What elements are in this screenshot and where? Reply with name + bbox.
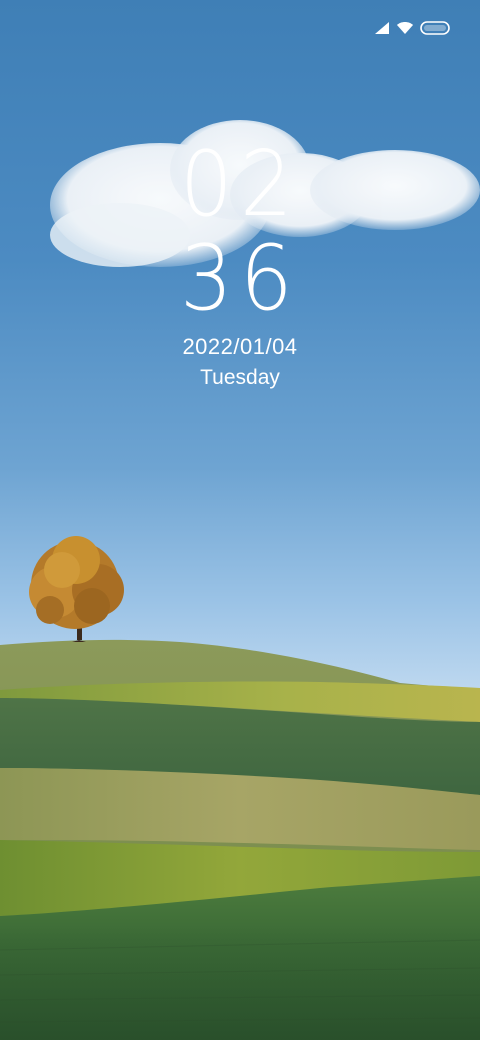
- wifi-icon: [396, 21, 414, 35]
- status-bar: [374, 14, 450, 42]
- date-text: 2022/01/04: [182, 334, 298, 359]
- clock-minutes: 36: [179, 226, 301, 331]
- signal-icon: [374, 21, 390, 35]
- tree: [29, 536, 124, 642]
- clock-hours: 02: [179, 132, 301, 237]
- weekday-text: Tuesday: [200, 366, 280, 389]
- lock-screen[interactable]: 02 36 2022/01/04 Tuesday: [0, 0, 480, 1040]
- battery-icon: [420, 21, 450, 35]
